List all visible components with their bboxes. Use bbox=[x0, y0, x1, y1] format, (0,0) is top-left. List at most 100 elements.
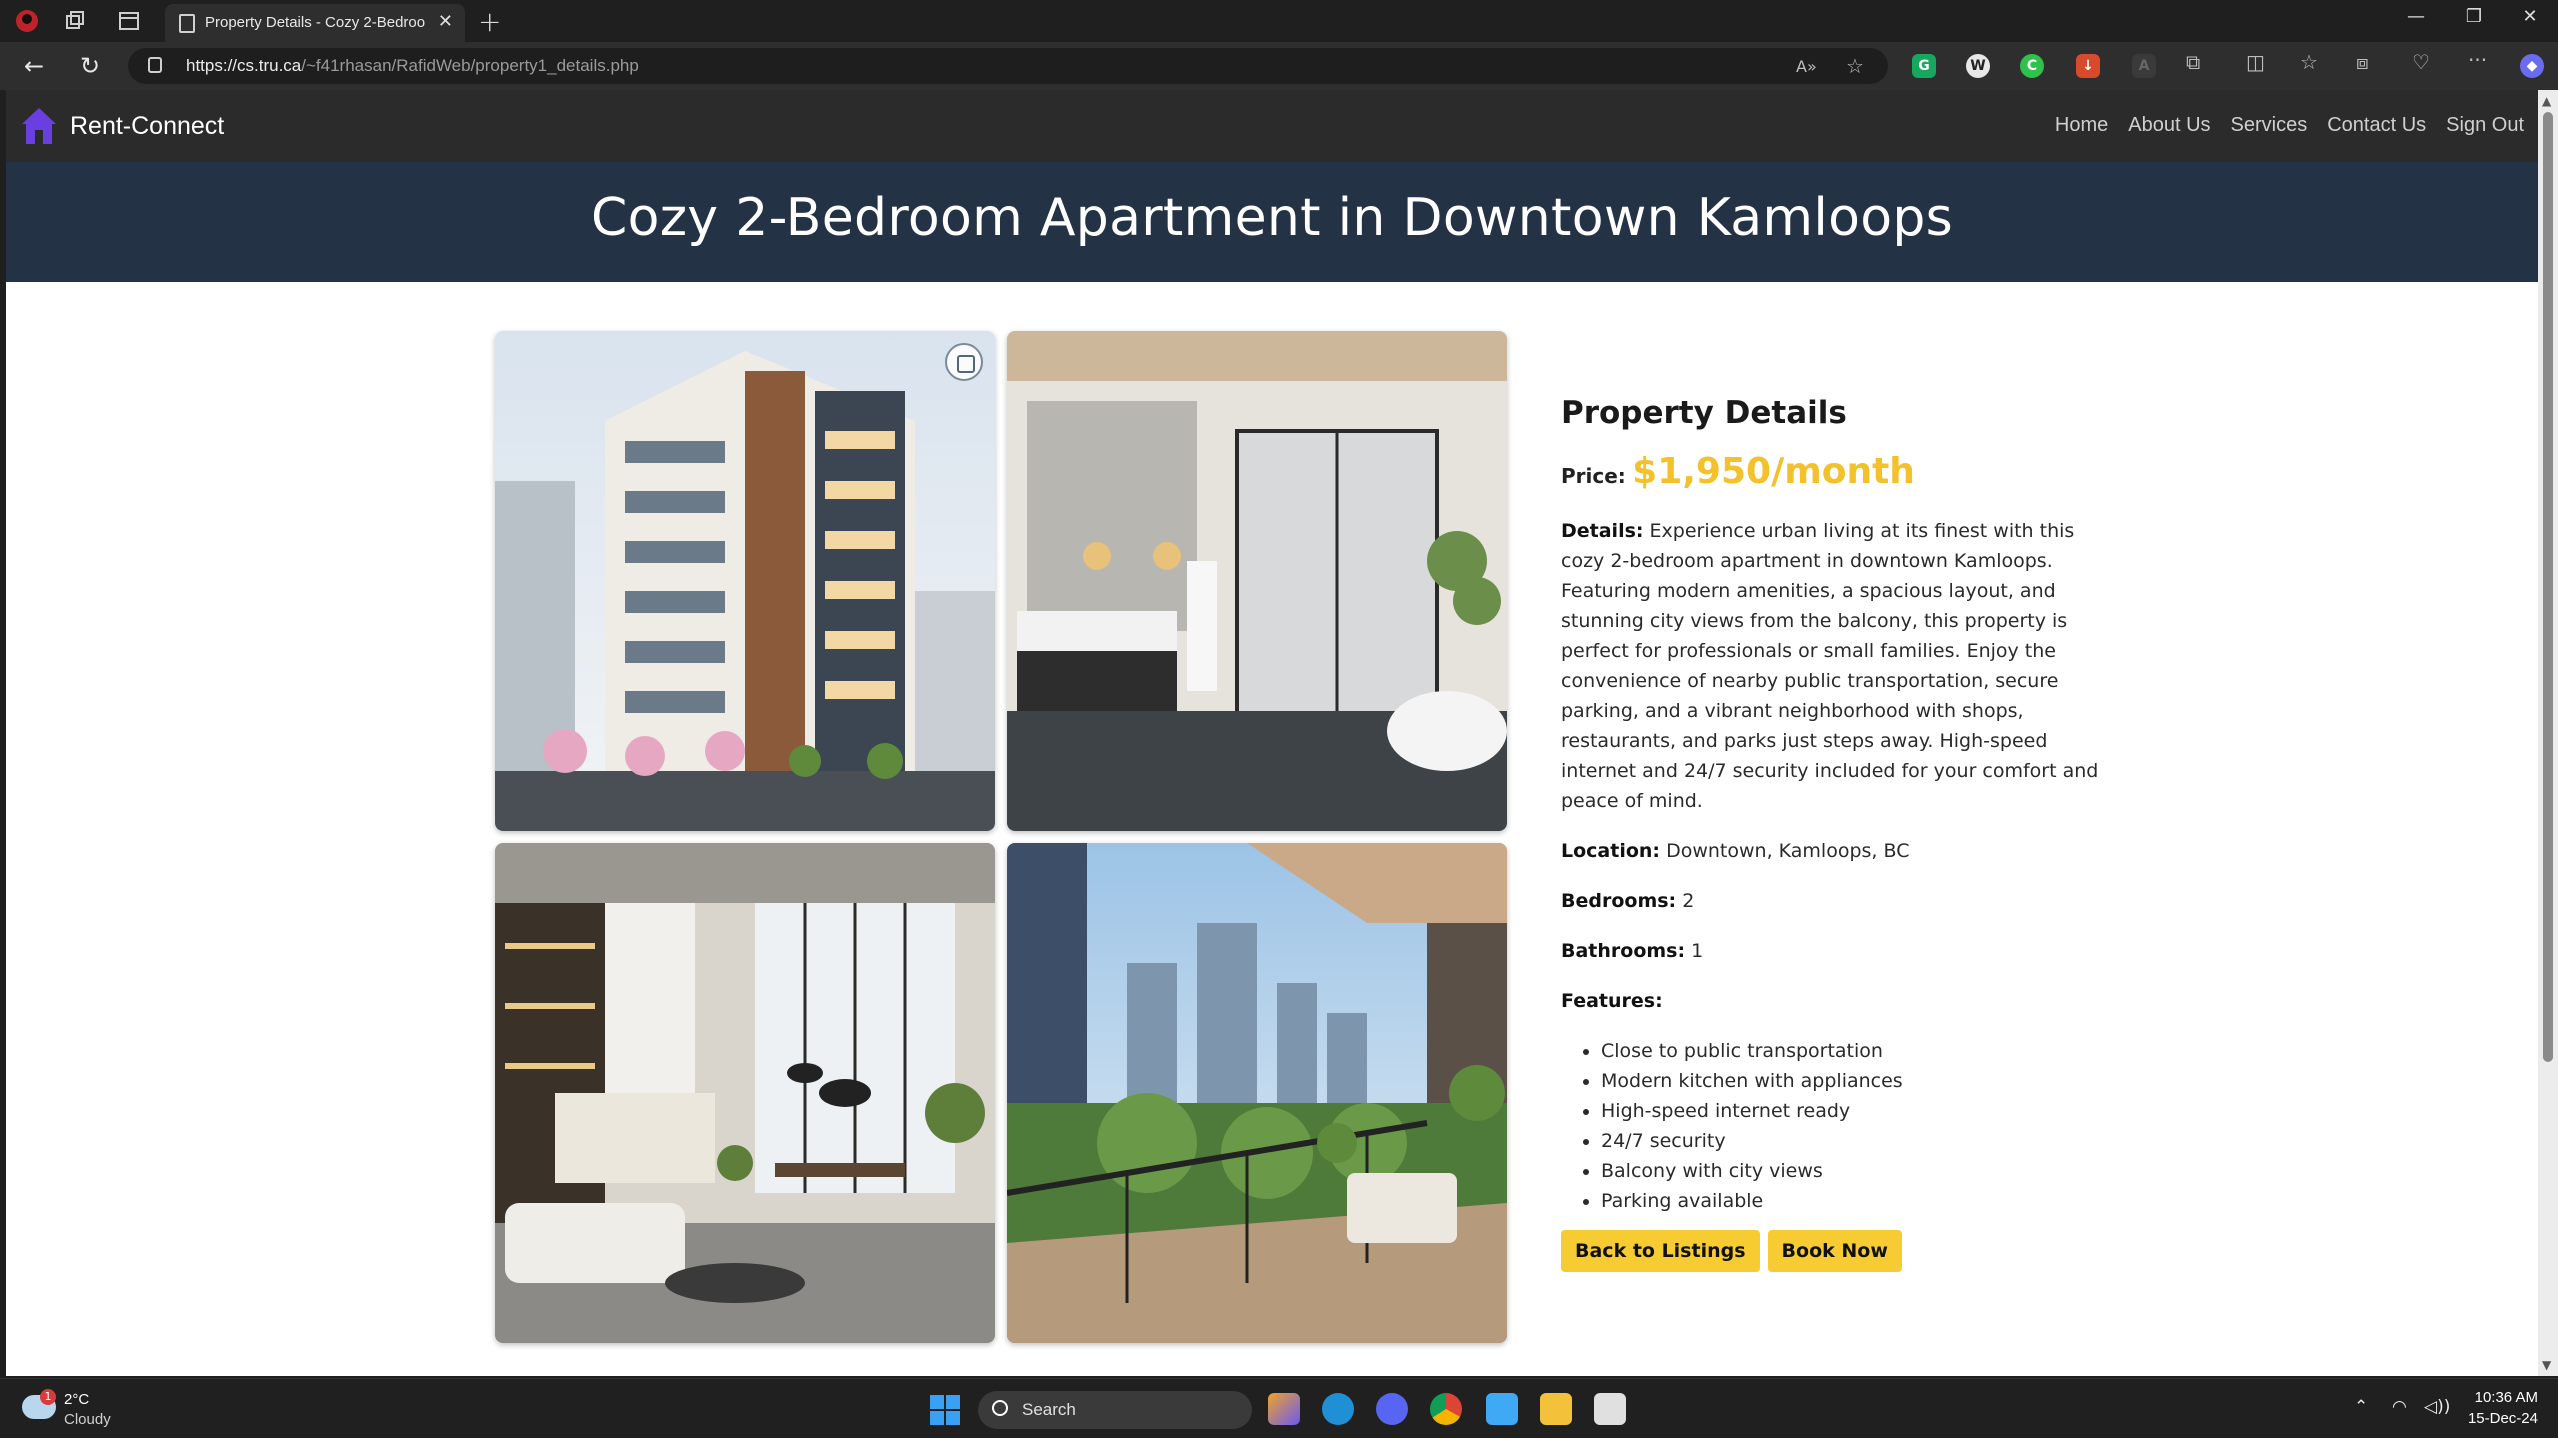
photo-living-kitchen[interactable] bbox=[495, 843, 995, 1343]
location-label: Location: bbox=[1561, 840, 1661, 862]
features-label: Features: bbox=[1561, 990, 1663, 1012]
lock-icon bbox=[148, 57, 162, 73]
bedrooms-label: Bedrooms: bbox=[1561, 890, 1677, 912]
page-viewport: Rent-Connect Home About Us Services Cont… bbox=[6, 90, 2538, 1376]
date: 15-Dec-24 bbox=[2467, 1410, 2538, 1427]
profile-icon[interactable] bbox=[14, 8, 40, 34]
clock[interactable]: 10:36 AM 15-Dec-24 bbox=[2468, 1387, 2538, 1429]
scroll-down-icon[interactable]: ▼ bbox=[2542, 1358, 2551, 1372]
page-title: Cozy 2-Bedroom Apartment in Downtown Kam… bbox=[590, 188, 1954, 248]
url-text[interactable]: https://cs.tru.ca/~f41rhasan/RafidWeb/pr… bbox=[186, 56, 639, 76]
details-heading: Property Details bbox=[1561, 395, 1847, 431]
action-buttons: Back to Listings Book Now bbox=[1561, 1230, 2101, 1272]
bedrooms-row: Bedrooms: 2 bbox=[1561, 886, 2101, 916]
site-navbar: Rent-Connect Home About Us Services Cont… bbox=[6, 90, 2538, 162]
split-screen-icon[interactable]: ◫ bbox=[2246, 50, 2265, 74]
description-text: Experience urban living at its finest wi… bbox=[1561, 520, 2099, 812]
discord-app-icon[interactable] bbox=[1376, 1393, 1408, 1425]
grammarly-icon[interactable]: G bbox=[1912, 54, 1936, 78]
notification-badge: 1 bbox=[40, 1389, 56, 1405]
location-value: Downtown, Kamloops, BC bbox=[1666, 840, 1910, 862]
price-row: Price: $1,950/month bbox=[1561, 451, 2101, 492]
scroll-up-icon[interactable]: ▲ bbox=[2542, 94, 2551, 108]
nav-links: Home About Us Services Contact Us Sign O… bbox=[2055, 114, 2524, 137]
scrollbar-thumb[interactable] bbox=[2543, 112, 2553, 1062]
page-icon bbox=[179, 14, 195, 33]
back-to-listings-button[interactable]: Back to Listings bbox=[1561, 1230, 1760, 1272]
description: Details: Experience urban living at its … bbox=[1561, 516, 2101, 816]
bathrooms-row: Bathrooms: 1 bbox=[1561, 936, 2101, 966]
new-tab-icon[interactable]: + bbox=[478, 5, 501, 38]
photo-balcony-view[interactable] bbox=[1007, 843, 1507, 1343]
taskbar-search[interactable]: Search bbox=[978, 1391, 1252, 1429]
file-explorer-icon[interactable] bbox=[1540, 1393, 1572, 1425]
favorite-star-icon[interactable]: ☆ bbox=[1846, 54, 1864, 78]
refresh-icon[interactable]: ↻ bbox=[74, 51, 106, 81]
bathrooms-value: 1 bbox=[1691, 940, 1704, 962]
list-item: Parking available bbox=[1601, 1186, 2101, 1216]
price-label: Price: bbox=[1561, 464, 1626, 488]
time: 10:36 AM bbox=[2474, 1389, 2538, 1406]
features-row: Features: bbox=[1561, 986, 2101, 1016]
tab-bar: Property Details - Cozy 2-Bedroom Apartm… bbox=[0, 0, 2558, 42]
vertical-tabs-icon[interactable] bbox=[116, 8, 142, 34]
house-logo-icon bbox=[22, 108, 56, 144]
nav-about-us[interactable]: About Us bbox=[2128, 114, 2210, 137]
browser-essentials-icon[interactable]: ♡ bbox=[2412, 50, 2430, 74]
read-aloud-icon[interactable]: A» bbox=[1796, 57, 1817, 76]
photo-building-exterior[interactable] bbox=[495, 331, 995, 831]
windows-start-icon[interactable] bbox=[930, 1395, 960, 1425]
chrome-app-icon[interactable] bbox=[1430, 1393, 1462, 1425]
show-hidden-icons-icon[interactable]: ⌃ bbox=[2354, 1397, 2368, 1417]
property-details-panel: Property Details Price: $1,950/month Det… bbox=[1561, 395, 2101, 1272]
bedrooms-value: 2 bbox=[1682, 890, 1695, 912]
collections-icon[interactable]: ⧈ bbox=[2356, 50, 2369, 74]
search-icon bbox=[992, 1400, 1008, 1416]
nav-services[interactable]: Services bbox=[2231, 114, 2308, 137]
list-item: 24/7 security bbox=[1601, 1126, 2101, 1156]
nav-sign-out[interactable]: Sign Out bbox=[2446, 114, 2524, 137]
hero-banner: Cozy 2-Bedroom Apartment in Downtown Kam… bbox=[6, 162, 2538, 282]
favorites-icon[interactable]: ☆ bbox=[2300, 50, 2318, 74]
photo-bathroom[interactable] bbox=[1007, 331, 1507, 831]
more-menu-icon[interactable]: ··· bbox=[2468, 48, 2487, 72]
workspaces-icon[interactable] bbox=[62, 8, 88, 34]
edge-app-icon[interactable] bbox=[1322, 1393, 1354, 1425]
back-icon[interactable]: ← bbox=[18, 51, 50, 81]
brand-name: Rent-Connect bbox=[70, 112, 225, 140]
price-value: $1,950/month bbox=[1632, 451, 1915, 492]
search-placeholder: Search bbox=[1022, 1400, 1076, 1419]
snipping-tool-icon[interactable] bbox=[1486, 1393, 1518, 1425]
features-list: Close to public transportation Modern ki… bbox=[1601, 1036, 2101, 1216]
close-window-icon[interactable]: ✕ bbox=[2510, 6, 2550, 27]
close-tab-icon[interactable]: ✕ bbox=[438, 11, 453, 32]
nav-home[interactable]: Home bbox=[2055, 114, 2108, 137]
extension-w-icon[interactable]: W bbox=[1966, 54, 1990, 78]
taskbar: 1 2°C Cloudy Search ⌃ ◠ ◁)) 10:36 AM 15-… bbox=[0, 1378, 2558, 1438]
tab-property-details[interactable]: Property Details - Cozy 2-Bedroom Apartm… bbox=[165, 4, 465, 42]
minimize-icon[interactable]: — bbox=[2396, 6, 2436, 27]
nav-contact-us[interactable]: Contact Us bbox=[2327, 114, 2426, 137]
list-item: Close to public transportation bbox=[1601, 1036, 2101, 1066]
address-bar[interactable]: https://cs.tru.ca/~f41rhasan/RafidWeb/pr… bbox=[128, 48, 1888, 84]
visual-search-icon[interactable] bbox=[945, 343, 983, 381]
photo-gallery bbox=[489, 331, 1509, 1343]
copilot-icon[interactable]: ◆ bbox=[2520, 54, 2544, 78]
page-scrollbar[interactable]: ▲ ▼ bbox=[2538, 90, 2558, 1376]
temperature: 2°C bbox=[64, 1391, 90, 1408]
notepad-app-icon[interactable] bbox=[1594, 1393, 1626, 1425]
book-now-button[interactable]: Book Now bbox=[1767, 1230, 1902, 1272]
extensions-icon[interactable]: ⧉ bbox=[2186, 50, 2200, 74]
location-row: Location: Downtown, Kamloops, BC bbox=[1561, 836, 2101, 866]
copilot-app-icon[interactable] bbox=[1268, 1393, 1300, 1425]
extension-c-icon[interactable]: C bbox=[2020, 54, 2044, 78]
volume-icon[interactable]: ◁)) bbox=[2424, 1397, 2450, 1417]
extension-download-icon[interactable]: ↓ bbox=[2076, 54, 2100, 78]
extension-disabled-icon[interactable]: A bbox=[2132, 54, 2156, 78]
wifi-icon[interactable]: ◠ bbox=[2392, 1397, 2407, 1417]
restore-icon[interactable]: ❐ bbox=[2454, 6, 2494, 27]
tab-title: Property Details - Cozy 2-Bedroom Apartm… bbox=[205, 14, 425, 31]
list-item: Balcony with city views bbox=[1601, 1156, 2101, 1186]
browser-window: Property Details - Cozy 2-Bedroom Apartm… bbox=[0, 0, 2558, 1438]
address-bar-row: ← ↻ https://cs.tru.ca/~f41rhasan/RafidWe… bbox=[0, 42, 2558, 90]
